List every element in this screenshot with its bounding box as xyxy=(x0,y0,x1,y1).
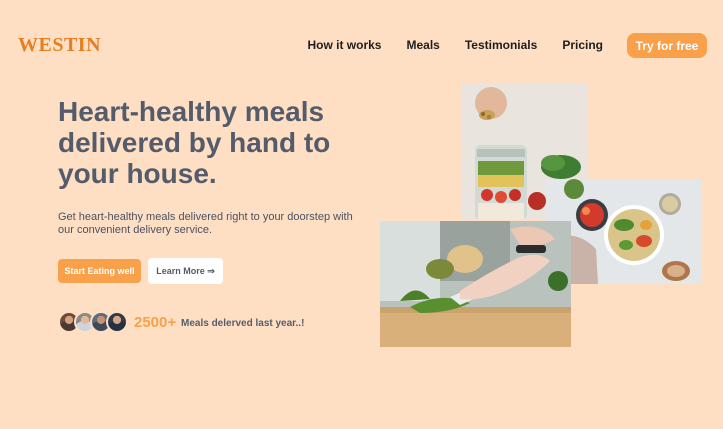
nav-testimonials[interactable]: Testimonials xyxy=(465,38,537,52)
avatar xyxy=(106,311,128,333)
meals-count: 2500+ xyxy=(134,314,177,331)
try-for-free-button[interactable]: Try for free xyxy=(627,33,707,58)
customer-avatars xyxy=(58,311,128,333)
hero-description: Get heart-healthy meals delivered right … xyxy=(58,211,353,236)
logo[interactable]: WESTIN xyxy=(18,34,101,57)
chopping-herbs-photo xyxy=(380,221,571,347)
main-nav: How it works Meals Testimonials Pricing xyxy=(307,38,603,52)
nav-how-it-works[interactable]: How it works xyxy=(307,38,381,52)
hero-title: Heart-healthy meals delivered by hand to… xyxy=(58,96,331,189)
start-eating-button[interactable]: Start Eating well xyxy=(58,259,141,283)
meals-count-label: Meals delerved last year..! xyxy=(181,318,305,329)
nav-pricing[interactable]: Pricing xyxy=(562,38,603,52)
nav-meals[interactable]: Meals xyxy=(406,38,439,52)
learn-more-button[interactable]: Learn More ⇒ xyxy=(148,258,223,284)
